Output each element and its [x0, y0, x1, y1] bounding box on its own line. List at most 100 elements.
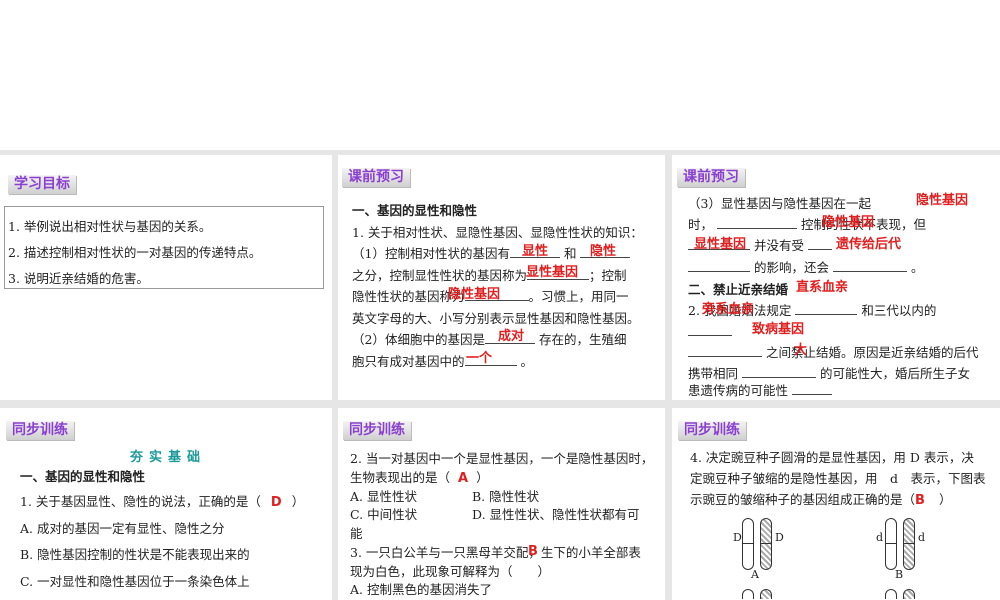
text: 。 [910, 260, 924, 275]
option: B. 隐性基因控制的性状是不能表现出来的 [20, 547, 250, 562]
blank [717, 216, 797, 229]
question: 2. 当一对基因中一个是显性基因，一个是隐性基因时， [350, 451, 654, 466]
section-tag: 课前预习 [342, 168, 410, 187]
blank [688, 323, 732, 336]
text: （2）体细胞中的基因是 [352, 332, 485, 347]
slide-practice-1[interactable]: 同步训练 夯实基础 一、基因的显性和隐性 1. 关于基因显性、隐性的说法，正确的… [0, 408, 332, 600]
section-heading: 二、禁止近亲结婚 [688, 282, 789, 297]
text: 。 [520, 354, 534, 369]
text: 携带相同 [688, 366, 739, 381]
goal-item: 2. 描述控制相对性状的一对基因的传递特点。 [8, 245, 262, 260]
text-line: 患遗传病的可能性 [688, 382, 832, 400]
text: 示豌豆的皱缩种子的基因组成正确的是（ [690, 492, 916, 507]
answer: 显性基因 [526, 265, 579, 280]
answer: 旁系血亲 [702, 302, 755, 317]
text: 1. 关于基因显性、隐性的说法，正确的是（ [20, 494, 261, 509]
answer: 隐性基因 [822, 215, 875, 230]
chromosome [760, 589, 772, 599]
text: 。习惯上，用同一 [528, 289, 629, 304]
answer: 显性基因 [694, 237, 747, 252]
answer: 大 [794, 343, 808, 358]
answer: 成对 [498, 329, 525, 344]
answer: 一个 [466, 351, 493, 366]
gene-label: d [876, 531, 884, 544]
option: 能 [350, 526, 363, 541]
text: 的影响，还会 [753, 260, 829, 275]
text: 和 [563, 246, 577, 261]
text-line: 英文字母的大、小写分别表示显性基因和隐性基因。 [352, 311, 640, 326]
question: 现为白色，此现象可解释为（ ） [350, 564, 551, 579]
text: 存在的，生殖细 [538, 332, 627, 347]
chromosome [760, 518, 772, 570]
figure-label: B [895, 568, 904, 581]
text-line: 的影响，还会 。 [688, 259, 923, 277]
option: C. 中间性状 [350, 507, 418, 522]
answer: 隐性基因 [448, 287, 501, 302]
text-line: 胞只有成对基因中的 。 [352, 353, 533, 371]
text-line [688, 323, 732, 341]
answer: D [270, 495, 282, 510]
slide-learning-goals[interactable]: 学习目标 1. 举例说出相对性状与基因的关系。 2. 描述控制相对性状的一对基因… [0, 155, 332, 400]
option: A. 显性性状 [350, 489, 417, 504]
answer: B [915, 493, 925, 508]
option: B. 隐性性状 [472, 489, 540, 504]
option: A. 成对的基因一定有显性、隐性之分 [20, 521, 225, 536]
section-tag: 同步训练 [678, 421, 746, 440]
section-tag: 学习目标 [8, 175, 76, 194]
answer: 隐性基因 [916, 193, 969, 208]
text-line: 1. 关于相对性状、显隐性基因、显隐性性状的知识： [352, 225, 643, 240]
chromosome [885, 589, 897, 599]
text: 的可能性大，婚后所生子女 [819, 366, 970, 381]
question: 生物表现出的是（ A ） [350, 469, 489, 488]
slide-practice-2[interactable]: 同步训练 2. 当一对基因中一个是显性基因，一个是隐性基因时， 生物表现出的是（… [338, 408, 665, 600]
option: D. 显性性状、隐性性状都有可 [472, 507, 640, 522]
chromosome [903, 589, 915, 599]
goal-item: 1. 举例说出相对性状与基因的关系。 [8, 219, 212, 234]
goal-item: 3. 说明近亲结婚的危害。 [8, 271, 149, 286]
section-heading: 一、基因的显性和隐性 [352, 203, 478, 218]
section-tag: 同步训练 [6, 421, 74, 440]
question: 1. 关于基因显性、隐性的说法，正确的是（ D ） [20, 493, 304, 512]
chromosome [885, 518, 897, 570]
question: 3. 一只白公羊与一只黑母羊交配，生下的小羊全部表 [350, 545, 641, 560]
text: 胞只有成对基因中的 [352, 354, 465, 369]
figure-label: A [751, 568, 759, 581]
text: （1）控制相对性状的基因有 [352, 246, 510, 261]
text-line: 携带相同 的可能性大，婚后所生子女 [688, 365, 970, 383]
text-line: 之间禁止结婚。原因是近亲结婚的后代 [688, 344, 979, 362]
section-heading: 一、基因的显性和隐性 [20, 469, 146, 484]
answer: 致病基因 [752, 322, 805, 337]
section-tag: 课前预习 [677, 168, 745, 187]
blank [688, 259, 750, 272]
blank [807, 237, 832, 250]
gene-label: D [775, 531, 784, 544]
question: 定豌豆种子皱缩的是隐性基因，用 d 表示，下图表 [690, 471, 986, 486]
answer: 隐性 [590, 244, 617, 259]
text: ） [291, 494, 305, 509]
answer: A [458, 471, 469, 486]
text-line: 时， 控制的性状不表现，但 [688, 216, 926, 234]
gene-label: D [733, 531, 742, 544]
text: 并没有受 [753, 238, 804, 253]
chromosome [742, 518, 754, 570]
text: ） [476, 470, 489, 485]
gene-label: d [918, 531, 926, 544]
option: A. 控制黑色的基因消失了 [350, 582, 492, 597]
answer: 显性 [522, 244, 549, 259]
question: 示豌豆的皱缩种子的基因组成正确的是（B ） [690, 491, 951, 510]
answer: 直系血亲 [796, 280, 849, 295]
text-line: （1）控制相对性状的基因有 和 [352, 245, 631, 263]
section-tag: 同步训练 [343, 421, 411, 440]
slide-practice-3[interactable]: 同步训练 4. 决定豌豆种子圆滑的是显性基因，用 D 表示，决 定豌豆种子皱缩的… [672, 408, 1000, 600]
blank [792, 382, 832, 395]
option: C. 一对显性和隐性基因位于一条染色体上 [20, 574, 250, 589]
text-line: （3）显性基因与隐性基因在一起 [688, 196, 871, 211]
answer: B [528, 544, 538, 559]
blank [742, 365, 816, 378]
slide-preview-1[interactable]: 课前预习 一、基因的显性和隐性 1. 关于相对性状、显隐性基因、显隐性性状的知识… [338, 155, 665, 400]
chromosome [742, 589, 754, 599]
text: 之分，控制显性性状的基因称为 [352, 268, 528, 283]
text-line: 之分，控制显性性状的基因称为 ；控制 [352, 267, 627, 285]
subsection-title: 夯实基础 [130, 450, 207, 465]
slide-preview-2[interactable]: 课前预习 （3）显性基因与隐性基因在一起 时， 控制的性状不表现，但 并没有受 … [672, 155, 1000, 400]
